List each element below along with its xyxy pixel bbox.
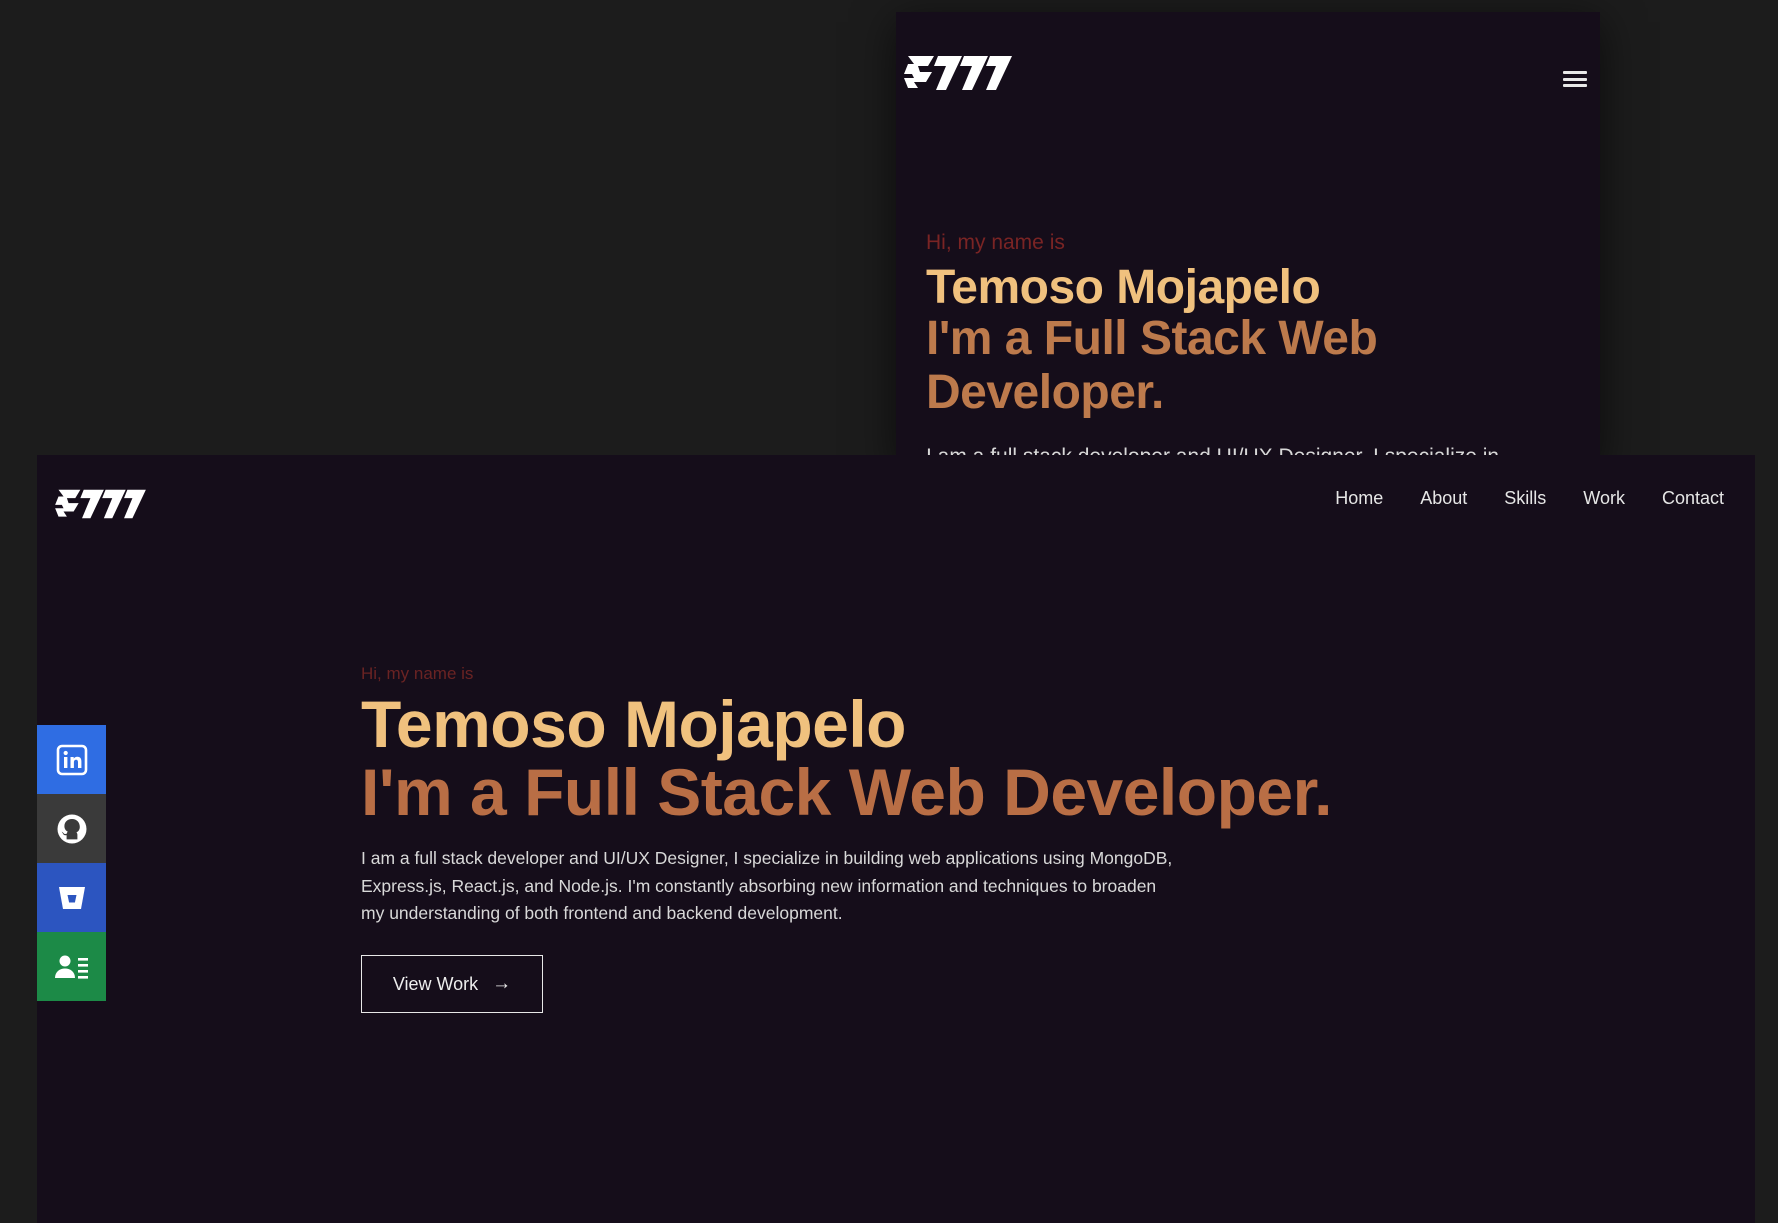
mobile-name: Temoso Mojapelo bbox=[926, 261, 1321, 314]
hero-description: I am a full stack developer and UI/UX De… bbox=[361, 848, 1173, 923]
desktop-preview: Home About Skills Work Contact Hi, my na… bbox=[37, 455, 1755, 1223]
github-icon bbox=[57, 814, 86, 843]
nav-contact[interactable]: Contact bbox=[1662, 488, 1724, 509]
linkedin-icon bbox=[56, 744, 87, 775]
arrow-right-icon: → bbox=[492, 973, 512, 994]
hero-name: Temoso Mojapelo bbox=[361, 687, 907, 761]
site-logo[interactable] bbox=[904, 48, 1012, 98]
bitbucket-icon bbox=[58, 886, 85, 909]
github-link[interactable] bbox=[37, 794, 106, 863]
nav-home[interactable]: Home bbox=[1335, 488, 1383, 509]
hamburger-icon[interactable] bbox=[1563, 68, 1587, 90]
bitbucket-link[interactable] bbox=[37, 863, 106, 932]
view-work-label: View Work bbox=[392, 973, 479, 994]
resume-link[interactable] bbox=[37, 932, 106, 1001]
linkedin-link[interactable] bbox=[37, 725, 106, 794]
hero-role: I'm a Full Stack Web Developer. bbox=[361, 755, 1333, 829]
view-work-button[interactable]: View Work → bbox=[361, 955, 543, 1013]
social-sidebar bbox=[37, 725, 106, 1001]
hero-greeting: Hi, my name is bbox=[361, 664, 474, 683]
site-logo[interactable] bbox=[54, 483, 147, 525]
mobile-preview: Hi, my name is Temoso Mojapelo I'm a Ful… bbox=[896, 12, 1600, 465]
nav-work[interactable]: Work bbox=[1583, 488, 1625, 509]
nav-about[interactable]: About bbox=[1420, 488, 1467, 509]
nav-skills[interactable]: Skills bbox=[1504, 488, 1546, 509]
mobile-greeting: Hi, my name is bbox=[926, 231, 1065, 254]
main-nav: Home About Skills Work Contact bbox=[1298, 488, 1724, 509]
mobile-role: I'm a Full Stack Web Developer. bbox=[926, 312, 1378, 419]
resume-icon bbox=[54, 955, 88, 979]
